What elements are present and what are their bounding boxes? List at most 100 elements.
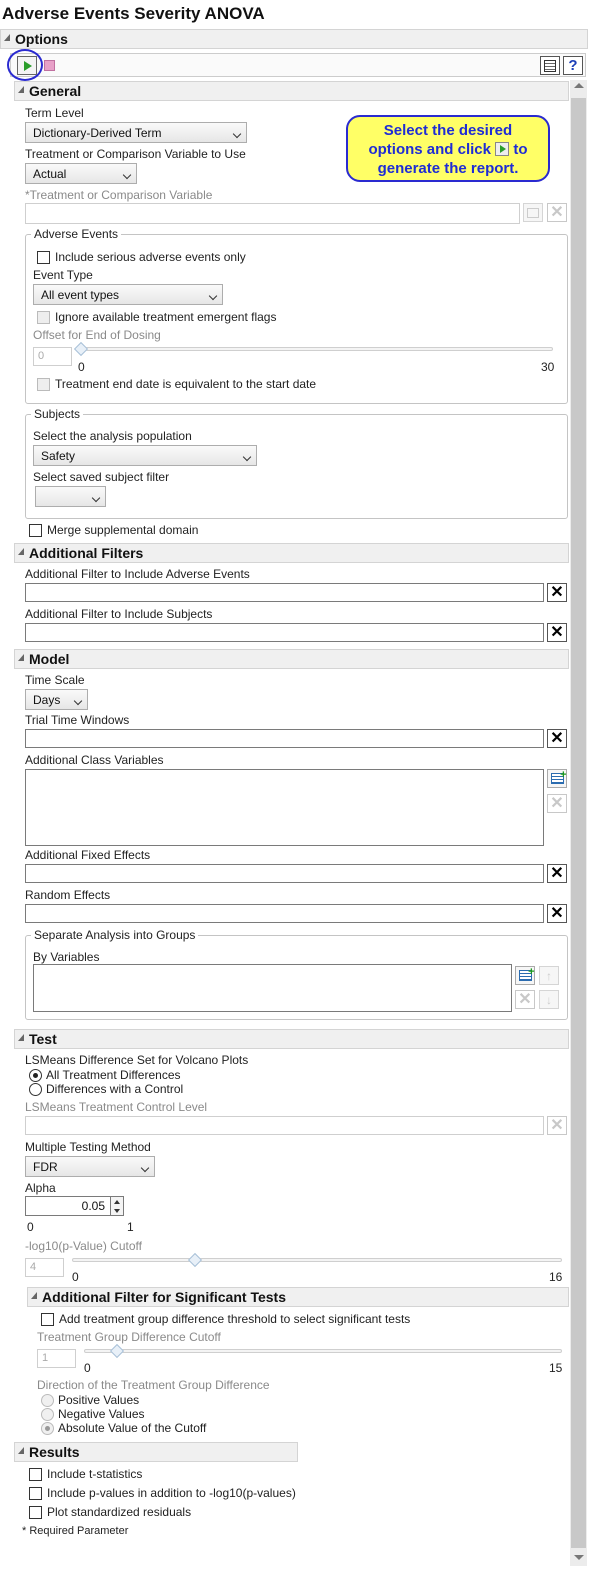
diff-cutoff-input[interactable]: 1 <box>37 1349 76 1368</box>
help-icon: ? <box>568 57 578 74</box>
settings-grid-icon <box>544 60 556 72</box>
mult-method-dropdown[interactable]: FDR <box>25 1156 155 1177</box>
help-button[interactable]: ? <box>563 56 583 75</box>
clear-random-effects-button[interactable]: ✕ <box>547 904 567 923</box>
fixed-effects-field[interactable] <box>25 864 544 883</box>
collapse-triangle-icon[interactable] <box>18 548 24 555</box>
add-class-var-button[interactable]: + <box>547 769 567 788</box>
clear-subj-filter-button[interactable]: ✕ <box>547 623 567 642</box>
negative-radio[interactable] <box>41 1408 54 1421</box>
clear-treatment-button[interactable]: ✕ <box>547 203 567 222</box>
scroll-down-icon[interactable] <box>574 1555 584 1560</box>
results-header[interactable]: Results <box>14 1442 298 1462</box>
t-stats-checkbox[interactable] <box>29 1468 42 1481</box>
scroll-up-icon[interactable] <box>574 83 584 88</box>
results-header-label: Results <box>29 1444 80 1460</box>
sig-filter-header[interactable]: Additional Filter for Significant Tests <box>27 1287 569 1307</box>
close-icon: ✕ <box>550 623 564 641</box>
class-vars-list[interactable] <box>25 769 544 846</box>
serious-only-checkbox[interactable] <box>37 251 50 264</box>
collapse-triangle-icon[interactable] <box>18 1447 24 1454</box>
general-header[interactable]: General <box>14 81 569 101</box>
model-header[interactable]: Model <box>14 649 569 669</box>
trial-windows-field[interactable] <box>25 729 544 748</box>
add-by-var-button[interactable]: + <box>515 966 535 985</box>
treatment-var-label: Treatment or Comparison Variable to Use <box>25 147 246 161</box>
population-dropdown[interactable]: Safety <box>33 445 257 466</box>
clear-control-level-button[interactable]: ✕ <box>547 1116 567 1135</box>
subj-filter-field[interactable] <box>25 623 544 642</box>
collapse-triangle-icon[interactable] <box>31 1292 37 1299</box>
control-differences-label: Differences with a Control <box>46 1082 184 1096</box>
ae-filter-field[interactable] <box>25 583 544 602</box>
offset-slider-track[interactable] <box>78 347 553 351</box>
time-scale-dropdown[interactable]: Days <box>25 689 88 710</box>
close-icon: ✕ <box>550 583 564 601</box>
control-differences-radio[interactable] <box>29 1083 42 1096</box>
clear-ae-filter-button[interactable]: ✕ <box>547 583 567 602</box>
move-up-button[interactable]: ↑ <box>539 966 559 985</box>
treatment-comp-label: *Treatment or Comparison Variable <box>25 188 213 202</box>
random-effects-field[interactable] <box>25 904 544 923</box>
instruction-callout: Select the desired options and click to … <box>346 115 550 182</box>
treatment-comp-field[interactable] <box>25 203 520 224</box>
clear-trial-windows-button[interactable]: ✕ <box>547 729 567 748</box>
p-values-checkbox[interactable] <box>29 1487 42 1500</box>
std-resid-checkbox[interactable] <box>29 1506 42 1519</box>
chevron-down-icon <box>122 170 132 180</box>
remove-by-var-button[interactable]: ✕ <box>515 990 535 1009</box>
collapse-triangle-icon[interactable] <box>18 654 24 661</box>
diff-slider-track[interactable] <box>84 1349 562 1353</box>
add-list-icon <box>527 207 539 218</box>
by-variables-list[interactable] <box>33 964 512 1012</box>
cutoff-slider-thumb[interactable] <box>187 1252 203 1268</box>
add-threshold-checkbox[interactable] <box>41 1313 54 1326</box>
test-header[interactable]: Test <box>14 1029 569 1049</box>
offset-input[interactable]: 0 <box>33 347 72 366</box>
absolute-radio[interactable] <box>41 1422 54 1435</box>
term-level-dropdown[interactable]: Dictionary-Derived Term <box>25 122 247 143</box>
spin-down-icon[interactable] <box>114 1209 120 1213</box>
class-vars-label: Additional Class Variables <box>25 753 164 767</box>
scrollbar-thumb[interactable] <box>571 98 586 1548</box>
end-date-label: Treatment end date is equivalent to the … <box>55 377 317 391</box>
p-values-label: Include p-values in addition to -log10(p… <box>47 1486 296 1500</box>
additional-filters-header[interactable]: Additional Filters <box>14 543 569 563</box>
alpha-input[interactable]: 0.05 <box>25 1196 111 1216</box>
collapse-triangle-icon[interactable] <box>4 34 10 41</box>
alpha-value: 0.05 <box>81 1199 105 1213</box>
all-differences-radio[interactable] <box>29 1069 42 1082</box>
end-date-checkbox[interactable] <box>37 378 50 391</box>
chevron-down-icon <box>242 452 252 462</box>
cutoff-min-label: 0 <box>72 1270 79 1284</box>
run-button[interactable] <box>17 56 37 75</box>
add-list-icon: + <box>550 769 567 784</box>
clear-fixed-effects-button[interactable]: ✕ <box>547 864 567 883</box>
offset-label: Offset for End of Dosing <box>33 328 161 342</box>
saved-filter-dropdown[interactable] <box>35 486 106 507</box>
control-level-field[interactable] <box>25 1116 544 1135</box>
collapse-triangle-icon[interactable] <box>18 1034 24 1041</box>
save-settings-button[interactable] <box>540 56 560 75</box>
positive-radio[interactable] <box>41 1394 54 1407</box>
move-down-button[interactable]: ↓ <box>539 990 559 1009</box>
event-type-dropdown[interactable]: All event types <box>33 284 223 305</box>
spin-up-icon[interactable] <box>114 1200 120 1204</box>
cutoff-label: -log10(p-Value) Cutoff <box>25 1239 142 1253</box>
options-header-label: Options <box>15 31 68 47</box>
play-icon <box>24 61 32 71</box>
diff-slider-thumb[interactable] <box>109 1343 125 1359</box>
stop-button[interactable] <box>40 56 60 75</box>
add-column-button[interactable] <box>523 203 543 222</box>
ignore-flags-checkbox[interactable] <box>37 311 50 324</box>
cutoff-input[interactable]: 4 <box>25 1258 64 1277</box>
cutoff-slider-track[interactable] <box>72 1258 562 1262</box>
options-header[interactable]: Options <box>0 29 588 49</box>
collapse-triangle-icon[interactable] <box>18 86 24 93</box>
alpha-spinner[interactable] <box>111 1196 124 1216</box>
remove-class-var-button[interactable]: ✕ <box>547 794 567 813</box>
callout-line1: Select the desired <box>383 122 513 139</box>
treatment-var-dropdown[interactable]: Actual <box>25 163 137 184</box>
merge-supp-checkbox[interactable] <box>29 524 42 537</box>
term-level-value: Dictionary-Derived Term <box>33 126 162 140</box>
